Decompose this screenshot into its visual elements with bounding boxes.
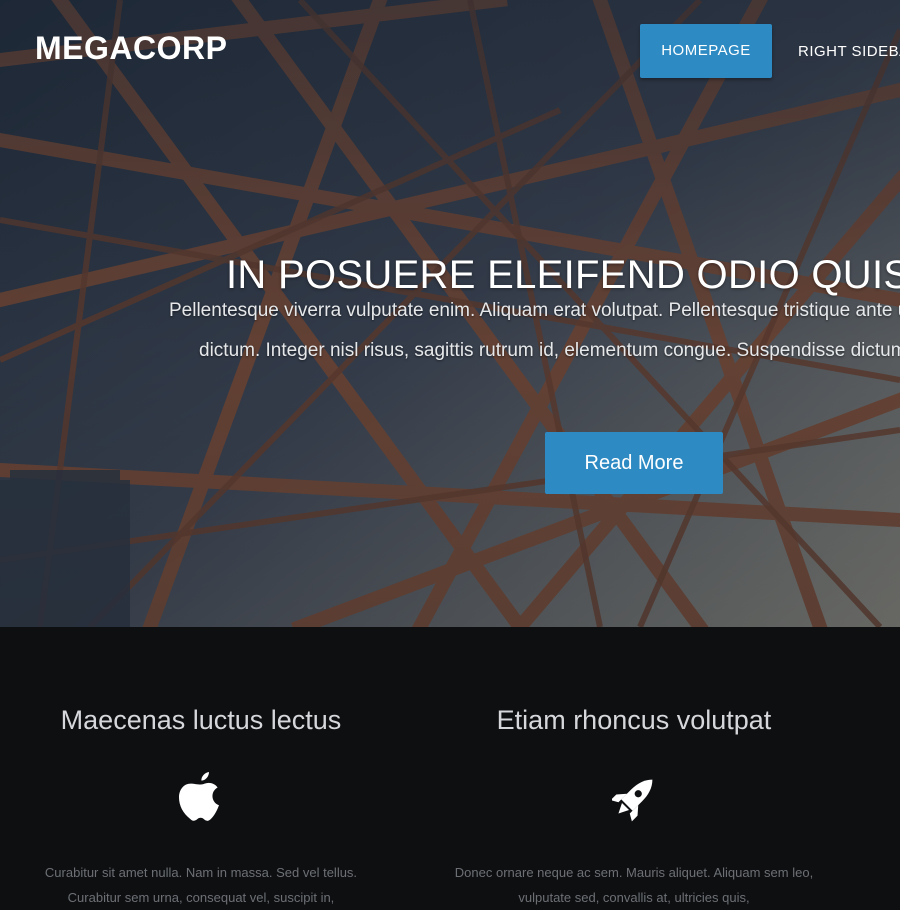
main-nav: HOMEPAGE RIGHT SIDEBAR [640,24,900,78]
nav-item-right-sidebar[interactable]: RIGHT SIDEBAR [798,43,900,60]
hero-section: MEGACORP HOMEPAGE RIGHT SIDEBAR IN POSUE… [0,0,900,627]
feature-text: Donec ornare neque ac sem. Mauris alique… [454,865,814,905]
feature-title: Maecenas luctus lectus [60,705,342,735]
site-logo[interactable]: MEGACORP [35,30,227,67]
feature-title: Etiam rhoncus volutpat [496,705,772,735]
hero-text-line-2: dictum. Integer nisl risus, sagittis rut… [199,340,900,361]
hero-title: IN POSUERE ELEIFEND ODIO QUISQUE SEMPER [226,252,900,297]
rocket-icon [612,779,653,822]
nav-item-homepage[interactable]: HOMEPAGE [640,24,772,78]
read-more-button[interactable]: Read More [545,432,723,494]
hero-text-line-1: Pellentesque viverra vulputate enim. Ali… [169,300,900,321]
features-section: Maecenas luctus lectus Curabitur sit ame… [0,627,900,905]
feature-text: Curabitur sit amet nulla. Nam in massa. … [44,865,358,905]
apple-icon [179,772,219,821]
